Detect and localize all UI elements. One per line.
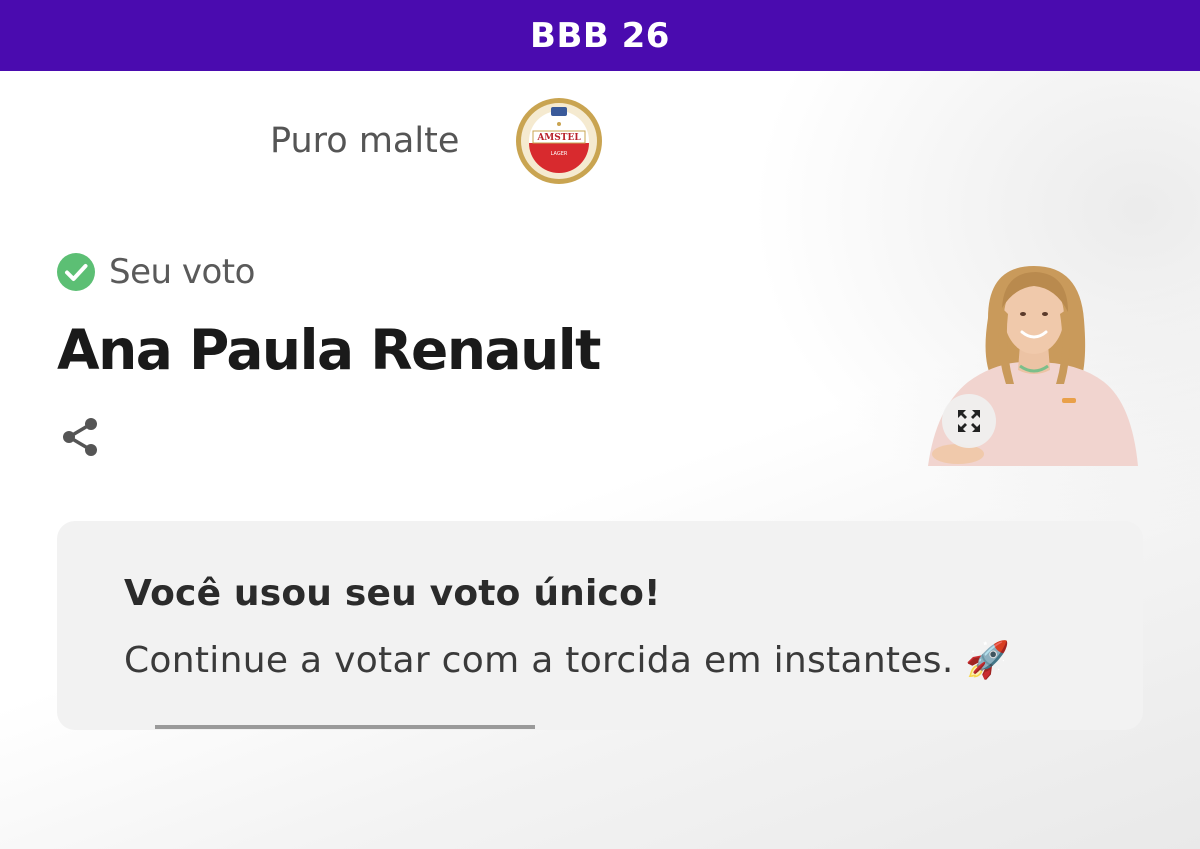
vote-used-notice: Você usou seu voto único! Continue a vot… <box>57 521 1143 730</box>
sponsor-tagline: Puro malte <box>270 121 460 161</box>
notice-message: Continue a votar com a torcida em instan… <box>124 640 1011 681</box>
notice-title: Você usou seu voto único! <box>124 573 661 614</box>
check-circle-icon <box>57 253 95 291</box>
countdown-progress-bar <box>155 725 535 729</box>
page-title: BBB 26 <box>530 15 670 56</box>
countdown-progress-fill <box>155 725 535 729</box>
svg-text:AMSTEL: AMSTEL <box>537 133 582 143</box>
expand-photo-button[interactable] <box>942 394 996 448</box>
expand-icon <box>958 410 980 432</box>
share-icon[interactable] <box>58 414 104 460</box>
candidate-name: Ana Paula Renault <box>57 318 601 382</box>
vote-status-row: Seu voto <box>57 252 255 292</box>
header-bar: BBB 26 <box>0 0 1200 71</box>
amstel-lager-logo: AMSTEL LAGER <box>516 98 603 184</box>
sponsor-banner: Puro malte AMSTEL LAGER <box>270 96 603 186</box>
svg-text:LAGER: LAGER <box>551 151 568 157</box>
vote-confirmation-screen: BBB 26 Puro malte AMSTEL LAGER Seu voto … <box>0 0 1200 849</box>
vote-label: Seu voto <box>109 252 255 292</box>
